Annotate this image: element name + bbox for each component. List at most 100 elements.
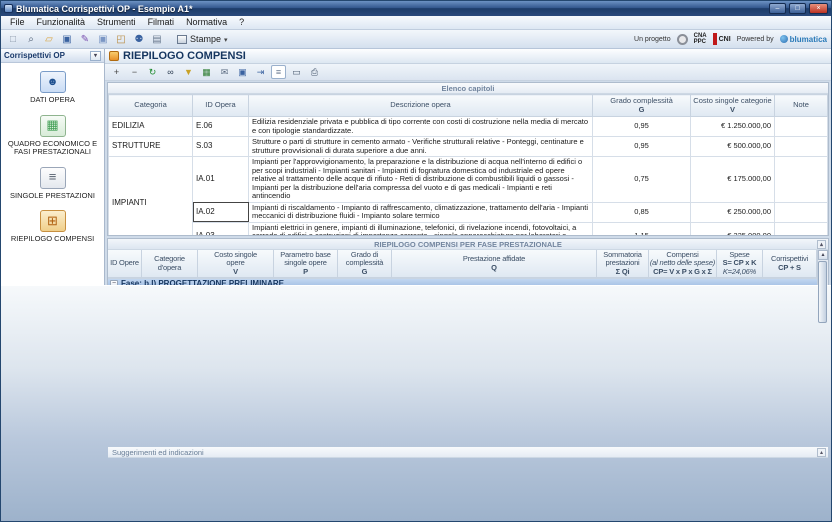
users-icon[interactable]: ⚉ [131, 32, 147, 47]
close-button[interactable] [809, 3, 828, 14]
note-cell [775, 222, 828, 236]
un-progetto-label: Un progetto [634, 36, 671, 43]
print-icon[interactable]: ⎙ [307, 65, 322, 79]
table-row[interactable]: IA.02Impianti di riscaldamento - Impiant… [109, 202, 828, 222]
column-header: ID Opere [108, 250, 142, 277]
table-row[interactable]: STRUTTURES.03Strutture o parti di strutt… [109, 137, 828, 157]
report-icon[interactable]: ▤ [149, 32, 165, 47]
minimize-button[interactable] [769, 3, 786, 14]
save-as-icon[interactable]: ▣ [95, 32, 111, 47]
sidebar-item-singole[interactable]: ≡ SINGOLE PRESTAZIONI [1, 159, 104, 203]
mail-icon[interactable]: ✉ [217, 65, 232, 79]
filter-icon[interactable]: ▼ [181, 65, 196, 79]
sidebar-header: Corrispettivi OP [1, 49, 104, 63]
grado-cell: 0,95 [593, 137, 691, 157]
cni-logo: CNI [713, 33, 731, 45]
collapse-panel-icon[interactable] [817, 448, 826, 457]
menu-item-help[interactable]: ? [233, 16, 250, 29]
export-excel-icon[interactable]: ▦ [199, 65, 214, 79]
costo-cell: € 1.250.000,00 [691, 117, 775, 137]
save-grid-icon[interactable]: ▣ [235, 65, 250, 79]
sidebar-item-quadro[interactable]: ▦QUADRO ECONOMICO E FASI PRESTAZIONALI [1, 107, 104, 159]
id-opera-cell[interactable]: E.06 [193, 117, 249, 137]
status-bar [1, 285, 831, 522]
expand-all-icon[interactable]: + [109, 65, 124, 79]
blumatica-dot-icon [780, 35, 788, 43]
column-header: Costo singoleopereV [198, 250, 274, 277]
id-opera-cell[interactable]: IA.03 [193, 222, 249, 236]
column-header: SpeseS= CP x KK=24,06% [717, 250, 763, 277]
branding-area: Un progetto CNA PPC CNI Powered by bluma… [634, 33, 827, 45]
column-header: Categoria [109, 95, 193, 117]
column-header: ID Opera [193, 95, 249, 117]
column-header: SommatoriaprestazioniΣ Qi [597, 250, 649, 277]
search-icon[interactable]: ⌕ [23, 32, 39, 47]
document-list-icon: ≡ [40, 167, 66, 189]
descrizione-cell: Impianti per l'approvvigionamento, la pr… [249, 157, 593, 203]
suggerimenti-title: Suggerimenti ed indicazioni [112, 448, 204, 457]
maximize-button[interactable] [789, 3, 806, 14]
row-view-icon[interactable]: ≡ [271, 65, 286, 79]
app-icon [4, 4, 13, 13]
window-title: Blumatica Corrispettivi OP - Esempio A1* [16, 4, 766, 14]
emblem-logo [677, 34, 688, 45]
id-opera-cell[interactable]: S.03 [193, 137, 249, 157]
sidebar-item-riepilogo[interactable]: ⊞RIEPILOGO COMPENSI [1, 202, 104, 246]
preview-icon[interactable]: ▭ [289, 65, 304, 79]
categoria-cell: IMPIANTI [109, 157, 193, 237]
id-opera-cell[interactable]: IA.02 [193, 202, 249, 222]
note-cell [775, 117, 828, 137]
scrollbar-track[interactable] [818, 260, 828, 433]
column-header: Costo singole categorieV [691, 95, 775, 117]
fasi-caption-label: RIEPILOGO COMPENSI PER FASE PRESTAZIONAL… [374, 240, 562, 249]
page-title: RIEPILOGO COMPENSI [123, 50, 246, 62]
cna-ppc-logo: CNA PPC [694, 33, 707, 45]
descrizione-cell: Strutture o parti di strutture in cement… [249, 137, 593, 157]
table-row[interactable]: IA.03Impianti elettrici in genere, impia… [109, 222, 828, 236]
sidebar: Corrispettivi OP ☻ DATI OPERA ▦QUADRO ECON… [1, 49, 105, 285]
menu-item-file[interactable]: File [4, 16, 31, 29]
scrollbar-thumb[interactable] [818, 261, 827, 323]
chevron-down-icon[interactable] [90, 51, 101, 61]
scroll-up-icon[interactable] [818, 250, 828, 260]
save-icon[interactable]: ▣ [59, 32, 75, 47]
descrizione-cell: Edilizia residenziale privata e pubblica… [249, 117, 593, 137]
collapse-panel-icon[interactable] [817, 240, 826, 249]
new-document-icon[interactable]: □ [5, 32, 21, 47]
edit-icon[interactable]: ✎ [77, 32, 93, 47]
archive-icon[interactable]: ◰ [113, 32, 129, 47]
table-row[interactable]: IMPIANTIIA.01Impianti per l'approvvigion… [109, 157, 828, 203]
column-header: Parametro basesingole opereP [274, 250, 338, 277]
sidebar-item-dati[interactable]: ☻ DATI OPERA [1, 63, 104, 107]
menu-item-funzionalita[interactable]: Funzionalità [31, 16, 92, 29]
cni-mark-icon [713, 33, 717, 45]
collapse-all-icon[interactable]: − [127, 65, 142, 79]
export-icon[interactable]: ⇥ [253, 65, 268, 79]
blumatica-logo: blumatica [780, 35, 827, 44]
vertical-scrollbar[interactable] [817, 250, 828, 443]
open-folder-icon[interactable]: ▱ [41, 32, 57, 47]
descrizione-cell: Impianti di riscaldamento - Impianto di … [249, 202, 593, 222]
menu-item-normativa[interactable]: Normativa [180, 16, 233, 29]
refresh-icon[interactable]: ↻ [145, 65, 160, 79]
menu-item-strumenti[interactable]: Strumenti [91, 16, 142, 29]
id-opera-cell[interactable]: IA.01 [193, 157, 249, 203]
main-panel: RIEPILOGO COMPENSI +−↻∞▼▦✉▣⇥≡▭⎙ Elenco c… [105, 49, 831, 285]
costo-cell: € 325.000,00 [691, 222, 775, 236]
sidebar-item-label: SINGOLE PRESTAZIONI [10, 192, 95, 201]
cni-label: CNI [719, 36, 731, 43]
report-icon [177, 35, 187, 44]
find-icon[interactable]: ∞ [163, 65, 178, 79]
menu-item-filmati[interactable]: Filmati [142, 16, 181, 29]
sidebar-item-label: QUADRO ECONOMICO E FASI PRESTAZIONALI [3, 140, 102, 157]
chevron-down-icon [224, 34, 228, 44]
id-card-icon: ☻ [40, 71, 66, 93]
column-header: Grado complessitàG [593, 95, 691, 117]
form-icon [109, 51, 119, 61]
title-bar[interactable]: Blumatica Corrispettivi OP - Esempio A1* [1, 1, 831, 16]
costo-cell: € 500.000,00 [691, 137, 775, 157]
sidebar-item-label: DATI OPERA [30, 96, 75, 105]
fasi-header-row: ID OpereCategoried'operaCosto singoleope… [108, 250, 817, 278]
table-row[interactable]: EDILIZIAE.06Edilizia residenziale privat… [109, 117, 828, 137]
stampe-button[interactable]: Stampe [171, 32, 234, 47]
